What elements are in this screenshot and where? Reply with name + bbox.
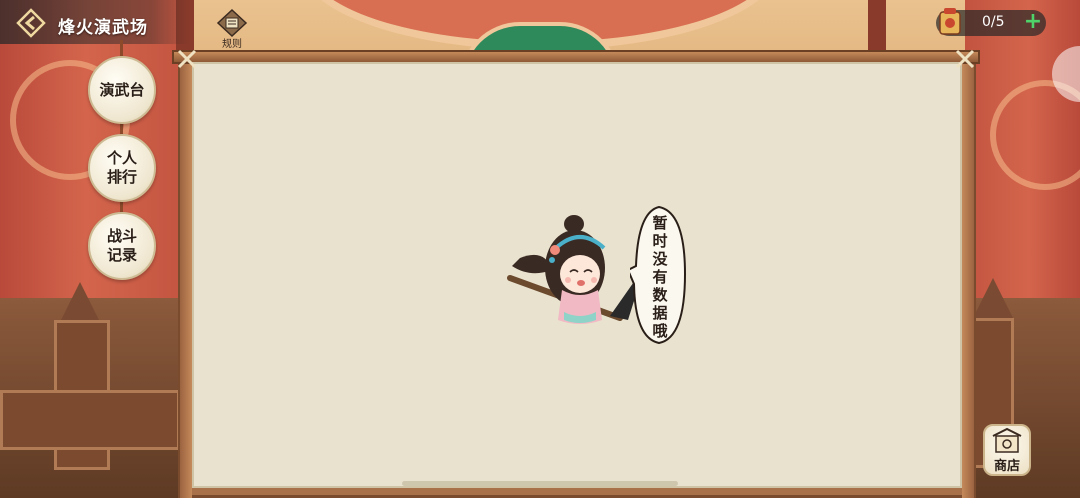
rules-scroll-icon — [216, 8, 248, 38]
top-bar: 烽火演武场 — [0, 0, 190, 44]
rules-label: 规则 — [222, 39, 242, 50]
page-title: 烽火演武场 — [58, 18, 148, 38]
board-left-roller — [180, 58, 192, 498]
menu-item-label: 演武台 — [99, 80, 145, 99]
ticket-scroll-icon — [939, 8, 961, 35]
menu-item-ranking[interactable]: 个人排行 — [88, 134, 156, 202]
mascot-character-icon — [507, 215, 645, 324]
menu-item-label: 个人排行 — [106, 149, 137, 186]
menu-item-label: 战斗记录 — [106, 227, 137, 264]
back-button[interactable] — [14, 6, 48, 40]
challenge-ticket-counter: 0/5 + — [936, 8, 1046, 36]
board-right-roller — [962, 58, 974, 498]
add-ticket-button[interactable]: + — [1022, 11, 1044, 34]
menu-item-battle-log[interactable]: 战斗记录 — [88, 212, 156, 280]
rules-button[interactable]: 规则 — [212, 8, 252, 50]
shop-button[interactable]: 商店 — [983, 424, 1031, 476]
menu-item-arena[interactable]: 演武台 — [88, 56, 156, 124]
back-arrow-icon — [16, 8, 46, 38]
carved-rail — [0, 390, 180, 450]
ticket-count: 0/5 — [982, 14, 1005, 30]
shop-gate-icon — [992, 427, 1022, 453]
scroll-indicator — [402, 481, 678, 486]
corner-tie-icon — [955, 49, 975, 69]
empty-state-message: 暂时没有数据哦 — [652, 214, 668, 340]
shop-label: 商店 — [993, 459, 1020, 474]
corner-tie-icon — [177, 49, 197, 69]
